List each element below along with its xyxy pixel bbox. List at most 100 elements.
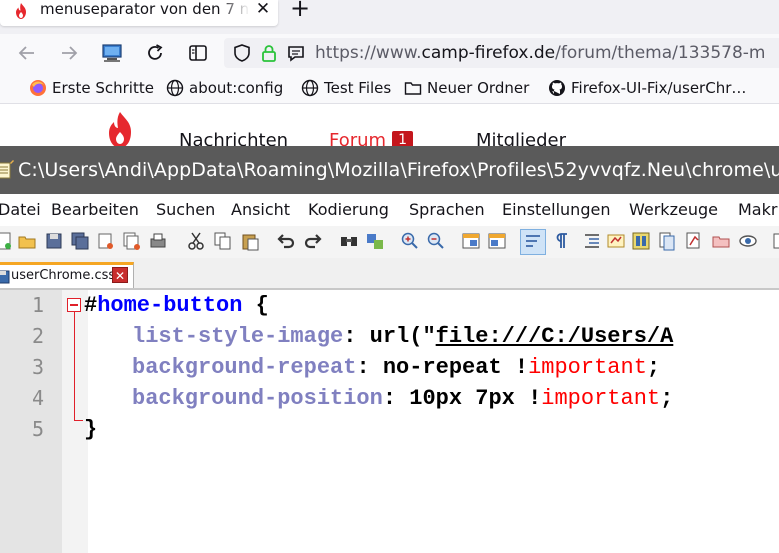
notepad-titlebar[interactable]: C:\Users\Andi\AppData\Roaming\Mozilla\Fi… [0, 146, 779, 194]
page-nav-forum-label: Forum [329, 130, 387, 146]
menu-ansicht[interactable]: Ansicht [231, 200, 290, 220]
line-number: 1 [31, 293, 44, 317]
zoom-out-icon[interactable] [426, 231, 446, 251]
indent-guide-icon[interactable] [582, 231, 602, 251]
bookmark-firefox-ui-fix[interactable]: Firefox-UI-Fix/userChr… [548, 78, 779, 98]
line-number: 3 [31, 355, 44, 379]
menu-sprachen[interactable]: Sprachen [409, 200, 485, 220]
shield-icon[interactable] [232, 43, 252, 63]
menu-datei[interactable]: Datei [0, 200, 41, 220]
firefox-icon [30, 80, 46, 96]
open-file-icon[interactable] [17, 231, 37, 251]
tab-title: menuseparator von den 7 n [40, 0, 250, 18]
lock-icon[interactable] [259, 43, 279, 63]
bookmark-label: Test Files [324, 79, 392, 97]
close-all-icon[interactable] [122, 231, 142, 251]
menu-werkzeuge[interactable]: Werkzeuge [629, 200, 718, 220]
code-token-value: url(" [369, 324, 436, 349]
show-all-chars-icon[interactable] [552, 231, 572, 251]
code-token: { [242, 293, 269, 318]
fold-collapse-icon[interactable] [67, 298, 81, 312]
permissions-icon[interactable] [286, 43, 306, 63]
url-path: /forum/thema/133578-m [555, 43, 766, 63]
find-icon[interactable] [339, 231, 359, 251]
sync-horizontal-icon[interactable] [487, 231, 507, 251]
code-token: ; [646, 355, 661, 380]
new-tab-button[interactable]: + [290, 0, 310, 20]
cut-icon[interactable] [186, 231, 206, 251]
folder-icon [404, 82, 422, 95]
menu-einstellungen[interactable]: Einstellungen [502, 200, 610, 220]
url-text[interactable]: https://www.camp-firefox.de/forum/thema/… [315, 38, 765, 68]
forward-icon[interactable] [58, 42, 80, 64]
page-nav-mitglieder[interactable]: Mitglieder [476, 130, 566, 146]
browser-tab-strip: menuseparator von den 7 n ✕ + [0, 0, 779, 34]
code-token: ; [660, 386, 674, 411]
file-tab-label: userChrome.css [11, 268, 116, 283]
code-token: : [356, 355, 383, 380]
computer-icon[interactable] [101, 42, 123, 64]
page-nav-forum[interactable]: Forum 1 [329, 130, 413, 146]
copy-icon[interactable] [213, 231, 233, 251]
bookmark-about-config[interactable]: about:config [166, 78, 291, 98]
sync-vertical-icon[interactable] [461, 231, 481, 251]
line-number: 2 [31, 324, 44, 348]
code-line-2: list-style-image: url("file:///C:/Users/… [132, 321, 673, 352]
menu-bearbeiten[interactable]: Bearbeiten [51, 200, 139, 220]
reload-icon[interactable] [144, 42, 166, 64]
save-all-icon[interactable] [70, 231, 90, 251]
undo-icon[interactable] [276, 231, 296, 251]
bookmark-label: Firefox-UI-Fix/userChr… [571, 79, 747, 97]
url-scheme: https://www. [315, 43, 422, 63]
code-token-value: no-repeat [382, 355, 515, 380]
code-token-property: background-repeat [132, 355, 357, 380]
replace-icon[interactable] [365, 231, 385, 251]
folder-as-workspace-icon[interactable] [684, 231, 704, 251]
new-file-icon[interactable] [0, 231, 14, 251]
back-icon[interactable] [16, 42, 38, 64]
menu-makro[interactable]: Makr [738, 200, 777, 220]
bookmark-test-files[interactable]: Test Files [301, 78, 396, 98]
tab-close-icon[interactable]: ✕ [254, 0, 272, 18]
url-bar[interactable]: https://www.camp-firefox.de/forum/thema/… [224, 38, 779, 68]
close-file-icon[interactable] [96, 231, 116, 251]
code-token-property: list-style-image [132, 324, 344, 349]
page-nav-nachrichten[interactable]: Nachrichten [179, 130, 288, 146]
zoom-in-icon[interactable] [400, 231, 420, 251]
line-number: 5 [31, 417, 44, 441]
menu-kodierung[interactable]: Kodierung [308, 200, 389, 220]
print-icon[interactable] [148, 231, 168, 251]
globe-icon [166, 79, 184, 97]
bookmark-label: Erste Schritte [52, 79, 154, 97]
function-list-icon[interactable] [657, 231, 677, 251]
bookmark-label: Neuer Ordner [427, 79, 530, 97]
notepad-app-icon [0, 160, 14, 179]
code-token: : [382, 386, 410, 411]
macro-record-icon[interactable] [772, 231, 779, 251]
code-token-value: 10px 7px [409, 386, 529, 411]
menu-suchen[interactable]: Suchen [156, 200, 215, 220]
github-icon [549, 80, 565, 96]
fold-end-marker [74, 420, 83, 421]
save-icon[interactable] [44, 231, 64, 251]
udl-icon[interactable] [606, 231, 626, 251]
file-tab-close-icon[interactable]: ✕ [112, 267, 128, 283]
code-editor[interactable]: 1 2 3 4 5 #home-button { list-style-imag… [0, 290, 779, 553]
monitoring-eye-icon[interactable] [738, 231, 758, 251]
reader-view-icon[interactable] [187, 42, 209, 64]
paste-icon[interactable] [240, 231, 260, 251]
bookmark-neuer-ordner[interactable]: Neuer Ordner [404, 78, 540, 98]
code-token-important: important [528, 355, 647, 380]
bookmarks-bar: Erste Schritte about:config Test Files N… [0, 72, 779, 104]
forum-logo-icon[interactable] [100, 110, 140, 146]
folder-icon[interactable] [711, 231, 731, 251]
notepad-tabbar: userChrome.css ✕ [0, 258, 779, 290]
url-host: camp-firefox.de [421, 43, 556, 63]
bookmark-erste-schritte[interactable]: Erste Schritte [29, 78, 159, 98]
file-tab-userchrome[interactable]: userChrome.css ✕ [0, 262, 134, 288]
word-wrap-icon[interactable] [523, 231, 543, 251]
doc-map-icon[interactable] [631, 231, 651, 251]
code-line-3: background-repeat: no-repeat !important; [132, 352, 660, 383]
browser-tab[interactable]: menuseparator von den 7 n ✕ [0, 0, 278, 26]
redo-icon[interactable] [303, 231, 323, 251]
